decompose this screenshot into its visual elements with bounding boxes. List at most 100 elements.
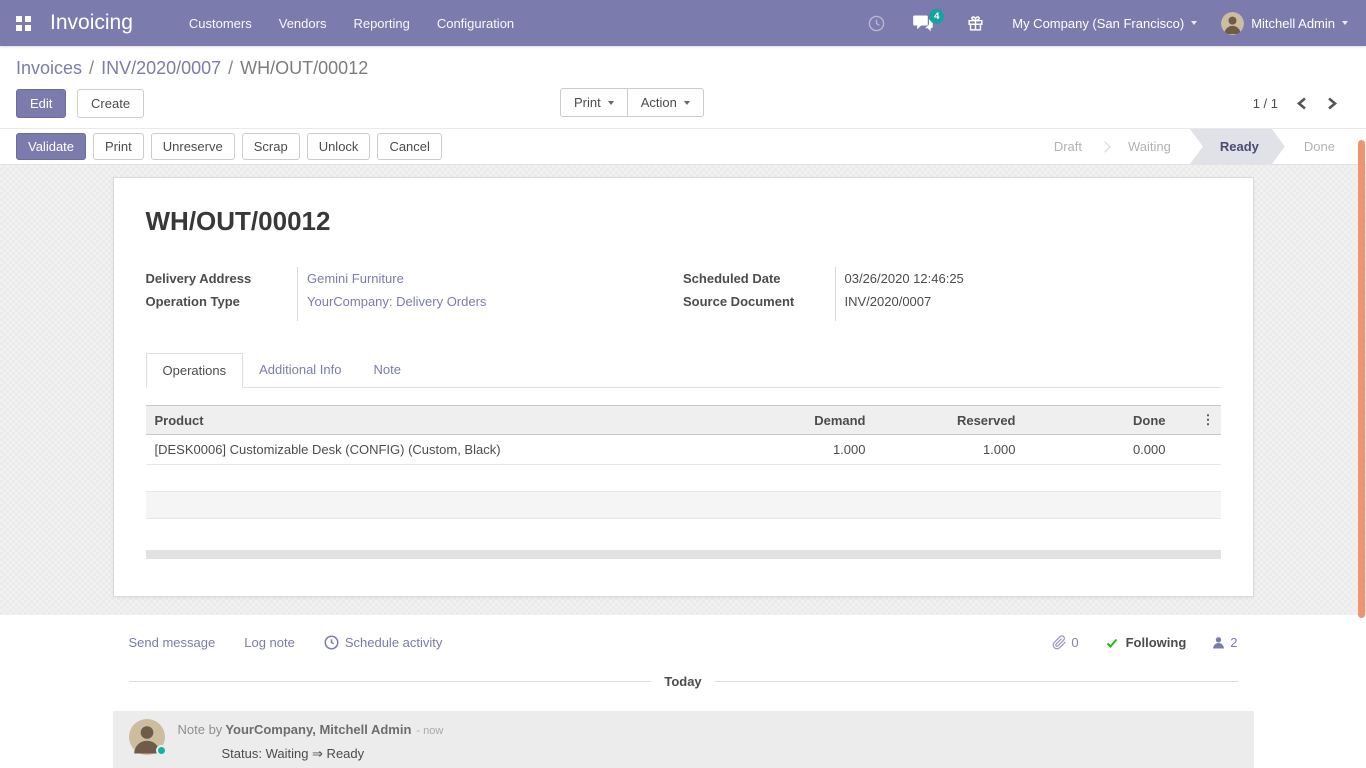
scheduled-date-label: Scheduled Date [683, 267, 835, 290]
status-ready[interactable]: Ready [1190, 129, 1285, 164]
attachments-button[interactable]: 0 [1052, 635, 1078, 650]
tab-operations[interactable]: Operations [146, 353, 244, 388]
send-message-button[interactable]: Send message [129, 635, 216, 650]
attachments-count: 0 [1071, 635, 1078, 650]
following-toggle[interactable]: Following [1105, 635, 1187, 650]
action-buttons: Print Action [560, 88, 704, 117]
breadcrumb-invoices[interactable]: Invoices [16, 58, 82, 78]
menu-reporting[interactable]: Reporting [353, 16, 409, 31]
status-draft[interactable]: Draft [1035, 129, 1101, 164]
cell-product: [DESK0006] Customizable Desk (CONFIG) (C… [146, 435, 725, 465]
column-demand: Demand [725, 406, 875, 435]
schedule-activity-button[interactable]: Schedule activity [324, 635, 443, 650]
message-header: Note byYourCompany, Mitchell Admin- now [178, 722, 444, 737]
delivery-address-label: Delivery Address [146, 267, 298, 290]
status-pipeline: Draft Waiting Ready Done [1035, 129, 1366, 164]
pager: 1 / 1 [1253, 95, 1350, 112]
empty-row [146, 519, 1221, 546]
table-header-row: Product Demand Reserved Done ⋮ [146, 406, 1221, 435]
cell-demand: 1.000 [725, 435, 875, 465]
tab-note[interactable]: Note [358, 353, 417, 387]
tab-additional-info[interactable]: Additional Info [243, 353, 357, 387]
navbar-systray: 4 My Company (San Francisco) Mitchell Ad… [868, 12, 1366, 35]
unreserve-button[interactable]: Unreserve [151, 133, 235, 160]
message-author: YourCompany, Mitchell Admin [225, 722, 411, 737]
print-dropdown[interactable]: Print [560, 88, 628, 117]
message-time: - now [416, 725, 443, 737]
operation-type-label: Operation Type [146, 290, 298, 313]
chevron-down-icon [608, 101, 614, 105]
notebook-tabs: Operations Additional Info Note [146, 353, 1221, 388]
menu-vendors[interactable]: Vendors [279, 16, 327, 31]
messages-icon[interactable]: 4 [913, 15, 933, 32]
field-group-right: Scheduled Date 03/26/2020 12:46:25 Sourc… [683, 267, 1221, 321]
paperclip-icon [1052, 635, 1067, 650]
operation-type-value[interactable]: YourCompany: Delivery Orders [307, 294, 486, 309]
form-view: WH/OUT/00012 Delivery Address Gemini Fur… [0, 165, 1366, 615]
empty-row [146, 465, 1221, 492]
status-done[interactable]: Done [1285, 129, 1354, 164]
table-horizontal-scrollbar[interactable] [146, 550, 1221, 559]
person-icon [1212, 636, 1225, 649]
user-menu[interactable]: Mitchell Admin [1221, 12, 1348, 35]
chatter: Send message Log note Schedule activity … [0, 615, 1366, 768]
clock-icon [324, 635, 339, 650]
chevron-down-icon [684, 101, 690, 105]
grid-icon [16, 16, 31, 31]
operations-table: Product Demand Reserved Done ⋮ [DESK0006… [146, 405, 1221, 546]
activities-icon[interactable] [868, 15, 885, 32]
print-button[interactable]: Print [93, 133, 144, 160]
record-title: WH/OUT/00012 [146, 206, 1221, 237]
delivery-address-value[interactable]: Gemini Furniture [307, 271, 404, 286]
online-status-dot [156, 745, 167, 756]
cancel-button[interactable]: Cancel [377, 133, 441, 160]
breadcrumb-separator: / [89, 58, 94, 78]
form-sheet: WH/OUT/00012 Delivery Address Gemini Fur… [113, 177, 1254, 597]
cell-done: 0.000 [1025, 435, 1175, 465]
breadcrumb: Invoices / INV/2020/0007 / WH/OUT/00012 [16, 58, 1350, 79]
scrap-button[interactable]: Scrap [242, 133, 300, 160]
followers-count: 2 [1230, 635, 1237, 650]
breadcrumb-invoice-number[interactable]: INV/2020/0007 [101, 58, 221, 78]
breadcrumb-separator: / [228, 58, 233, 78]
menu-customers[interactable]: Customers [189, 16, 252, 31]
unlock-button[interactable]: Unlock [307, 133, 371, 160]
column-product: Product [146, 406, 725, 435]
pager-previous-button[interactable] [1294, 95, 1309, 112]
column-done: Done [1025, 406, 1175, 435]
gift-icon[interactable] [967, 15, 984, 32]
source-document-value: INV/2020/0007 [845, 294, 932, 309]
menu-configuration[interactable]: Configuration [437, 16, 514, 31]
company-switcher[interactable]: My Company (San Francisco) [1012, 16, 1197, 31]
edit-button[interactable]: Edit [16, 89, 66, 118]
date-divider: Today [129, 674, 1238, 689]
vertical-scrollbar[interactable] [1358, 140, 1365, 618]
company-name: My Company (San Francisco) [1012, 16, 1184, 31]
pager-next-button[interactable] [1325, 95, 1340, 112]
field-group-left: Delivery Address Gemini Furniture Operat… [146, 267, 684, 321]
form-buttons: Edit Create [16, 89, 151, 118]
breadcrumb-current: WH/OUT/00012 [240, 58, 368, 78]
statusbar: Validate Print Unreserve Scrap Unlock Ca… [0, 128, 1366, 165]
source-document-label: Source Document [683, 290, 835, 313]
create-button[interactable]: Create [77, 89, 144, 118]
log-note-button[interactable]: Log note [244, 635, 295, 650]
chatter-toolbar: Send message Log note Schedule activity … [113, 635, 1254, 650]
operation-row[interactable]: [DESK0006] Customizable Desk (CONFIG) (C… [146, 435, 1221, 465]
user-avatar [1221, 12, 1244, 35]
top-navbar: Invoicing Customers Vendors Reporting Co… [0, 0, 1366, 46]
control-panel: Invoices / INV/2020/0007 / WH/OUT/00012 Edit… [0, 46, 1366, 128]
message-body: Status: Waiting ⇒ Ready [222, 746, 444, 762]
action-dropdown[interactable]: Action [627, 88, 704, 117]
main-menu: Customers Vendors Reporting Configuratio… [189, 16, 541, 31]
validate-button[interactable]: Validate [16, 133, 86, 160]
app-title[interactable]: Invoicing [50, 11, 133, 35]
optional-columns-toggle-icon[interactable]: ⋮ [1175, 406, 1221, 435]
column-reserved: Reserved [875, 406, 1025, 435]
status-waiting[interactable]: Waiting [1109, 129, 1190, 164]
chevron-down-icon [1342, 21, 1348, 25]
scheduled-date-value: 03/26/2020 12:46:25 [845, 271, 964, 286]
empty-row [146, 492, 1221, 519]
apps-menu-icon[interactable] [0, 0, 46, 46]
followers-button[interactable]: 2 [1212, 635, 1237, 650]
